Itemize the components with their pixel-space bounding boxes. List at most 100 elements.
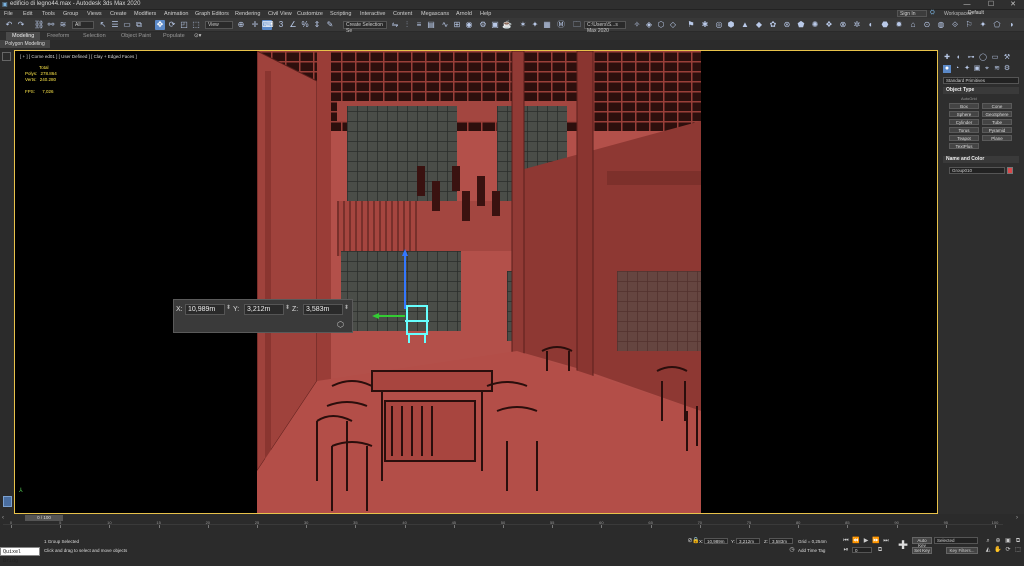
menu-tools[interactable]: Tools — [42, 10, 55, 18]
absolute-offset-toggle-icon[interactable]: ⬡ — [337, 320, 344, 329]
set-key-button[interactable]: Set Key — [912, 547, 932, 554]
link-icon[interactable]: ⛓ — [34, 20, 44, 30]
angle-snap-icon[interactable]: ∠ — [288, 20, 298, 30]
menu-rendering[interactable]: Rendering — [235, 10, 260, 18]
schematic-view-icon[interactable]: ⊞ — [452, 20, 462, 30]
x-spinner-icon[interactable]: ⬍ — [226, 304, 231, 311]
select-scale-icon[interactable]: ◰ — [179, 20, 189, 30]
menu-modifiers[interactable]: Modifiers — [134, 10, 156, 18]
shapes-icon[interactable]: ◔ — [953, 65, 961, 73]
space-warps-icon[interactable]: ≋ — [993, 65, 1001, 73]
current-frame-field[interactable]: 0 — [852, 547, 872, 553]
key-filters-button[interactable]: Key Filters... — [946, 547, 978, 554]
auto-key-button[interactable]: Auto Key — [912, 537, 932, 548]
maximize-button[interactable]: ☐ — [980, 0, 1002, 10]
z-coordinate-field[interactable]: 3,583m — [303, 304, 343, 315]
toolbar-tool-27-icon[interactable]: ⬠ — [992, 20, 1002, 30]
x-coordinate-field[interactable]: 10,989m — [185, 304, 225, 315]
toolbar-tool-12-icon[interactable]: ⊛ — [782, 20, 792, 30]
polygon-modeling-panel[interactable]: Polygon Modeling — [0, 40, 50, 48]
key-mode-icon[interactable]: ⏯ — [842, 547, 850, 554]
toolbar-tool-26-icon[interactable]: ✦ — [978, 20, 988, 30]
mirror-icon[interactable]: ⇋ — [390, 20, 400, 30]
tab-selection[interactable]: Selection — [83, 32, 106, 40]
perspective-viewport[interactable]: [ + ] [ Corne ed01 ] [ User Defined ] [ … — [14, 50, 938, 514]
modify-tab-icon[interactable]: ◐ — [955, 54, 963, 62]
autogrid-checkbox[interactable]: AutoGrid — [961, 96, 977, 101]
select-object-icon[interactable]: ↖ — [98, 20, 108, 30]
play-icon[interactable]: ▶ — [862, 538, 870, 545]
go-to-end-icon[interactable]: ⏭ — [882, 538, 890, 545]
cylinder-button[interactable]: Cylinder — [949, 119, 979, 125]
percent-snap-icon[interactable]: % — [300, 20, 310, 30]
spinner-snap-icon[interactable]: ⇕ — [312, 20, 322, 30]
pyramid-button[interactable]: Pyramid — [982, 127, 1012, 133]
undo-icon[interactable]: ↶ — [4, 20, 14, 30]
textplus-button[interactable]: TextPlus — [949, 143, 979, 149]
set-key-icon[interactable]: ✚ — [897, 539, 909, 551]
render-setup-icon[interactable]: ⚙ — [478, 20, 488, 30]
toolbar-tool-4-icon[interactable]: ◇ — [668, 20, 678, 30]
systems-icon[interactable]: ⚙ — [1003, 65, 1011, 73]
toolbar-tool-28-icon[interactable]: ◑ — [1006, 20, 1016, 30]
go-to-start-icon[interactable]: ⏮ — [842, 538, 850, 545]
key-selection-dropdown[interactable]: Selected — [934, 537, 978, 544]
align-icon[interactable]: ⫶ — [402, 20, 412, 30]
name-and-color-rollout[interactable]: Name and Color — [943, 156, 1019, 163]
megascans-icon[interactable]: Ⓜ — [556, 20, 566, 30]
motion-tab-icon[interactable]: ◯ — [979, 54, 987, 62]
workspaces-dropdown[interactable]: Default — [968, 10, 1014, 17]
select-by-name-icon[interactable]: ☰ — [110, 20, 120, 30]
previous-frame-icon[interactable]: ‹ — [2, 515, 4, 521]
pivot-center-icon[interactable]: ⊕ — [236, 20, 246, 30]
tab-modeling[interactable]: Modeling — [6, 32, 41, 40]
rectangular-selection-icon[interactable]: ▭ — [122, 20, 132, 30]
time-tag-icon[interactable]: ◷ — [788, 547, 796, 554]
redo-icon[interactable]: ↷ — [16, 20, 26, 30]
toolbar-tool-19-icon[interactable]: ⬣ — [880, 20, 890, 30]
toolbar-tool-18-icon[interactable]: ◐ — [866, 20, 876, 30]
sign-in-dropdown[interactable]: Sign In — [897, 10, 927, 17]
render-production-icon[interactable]: ☕ — [502, 20, 512, 30]
keyboard-shortcut-override-icon[interactable]: ⌨ — [262, 20, 274, 30]
toolbar-tool-25-icon[interactable]: ⚐ — [964, 20, 974, 30]
menu-interactive[interactable]: Interactive — [360, 10, 385, 18]
arnold-log-icon[interactable]: ▦ — [542, 20, 552, 30]
material-editor-icon[interactable]: ◉ — [464, 20, 474, 30]
menu-arnold[interactable]: Arnold — [456, 10, 472, 18]
cameras-icon[interactable]: ▣ — [973, 65, 981, 73]
toolbar-tool-14-icon[interactable]: ✺ — [810, 20, 820, 30]
unlink-icon[interactable]: ⚯ — [46, 20, 56, 30]
y-coordinate-field[interactable]: 3,212m — [244, 304, 284, 315]
menu-edit[interactable]: Edit — [23, 10, 32, 18]
box-button[interactable]: Box — [949, 103, 979, 109]
primitive-category-dropdown[interactable]: Standard Primitives — [943, 77, 1019, 84]
select-rotate-icon[interactable]: ⟳ — [167, 20, 177, 30]
helpers-icon[interactable]: ⌖ — [983, 65, 991, 73]
menu-scripting[interactable]: Scripting — [330, 10, 351, 18]
window-crossing-icon[interactable]: ⧉ — [134, 20, 144, 30]
object-name-field[interactable]: Group010 — [949, 167, 1005, 174]
toolbar-tool-2-icon[interactable]: ◈ — [644, 20, 654, 30]
project-path-dropdown[interactable]: C:\Users\S...s Max 2020 — [584, 21, 626, 34]
snaps-toggle-icon[interactable]: 3 — [276, 20, 286, 30]
toolbar-tool-20-icon[interactable]: ✹ — [894, 20, 904, 30]
status-z-field[interactable]: 3,583m — [769, 538, 793, 544]
track-bar[interactable]: 0 5 10 15 20 25 30 35 40 45 50 55 60 65 70 75 80 85 90 95 10… — [3, 520, 1003, 532]
minimize-button[interactable]: — — [956, 0, 978, 10]
pan-icon[interactable]: ✋ — [994, 547, 1002, 554]
teapot-button[interactable]: Teapot — [949, 135, 979, 141]
viewport-layout-icon[interactable] — [2, 52, 11, 61]
object-type-rollout[interactable]: Object Type — [943, 87, 1019, 94]
tab-freeform[interactable]: Freeform — [47, 32, 69, 40]
menu-customize[interactable]: Customize — [297, 10, 323, 18]
orbit-icon[interactable]: ⟳ — [1004, 547, 1012, 554]
menu-file[interactable]: File — [4, 10, 13, 18]
arnold-render-icon[interactable]: ✶ — [518, 20, 528, 30]
cart-icon[interactable]: ⛭ — [930, 10, 935, 17]
status-x-field[interactable]: 10,989m — [704, 538, 728, 544]
toolbar-tool-6-icon[interactable]: ✱ — [700, 20, 710, 30]
menu-civil-view[interactable]: Civil View — [268, 10, 292, 18]
toolbar-tool-16-icon[interactable]: ⊗ — [838, 20, 848, 30]
plane-button[interactable]: Plane — [982, 135, 1012, 141]
